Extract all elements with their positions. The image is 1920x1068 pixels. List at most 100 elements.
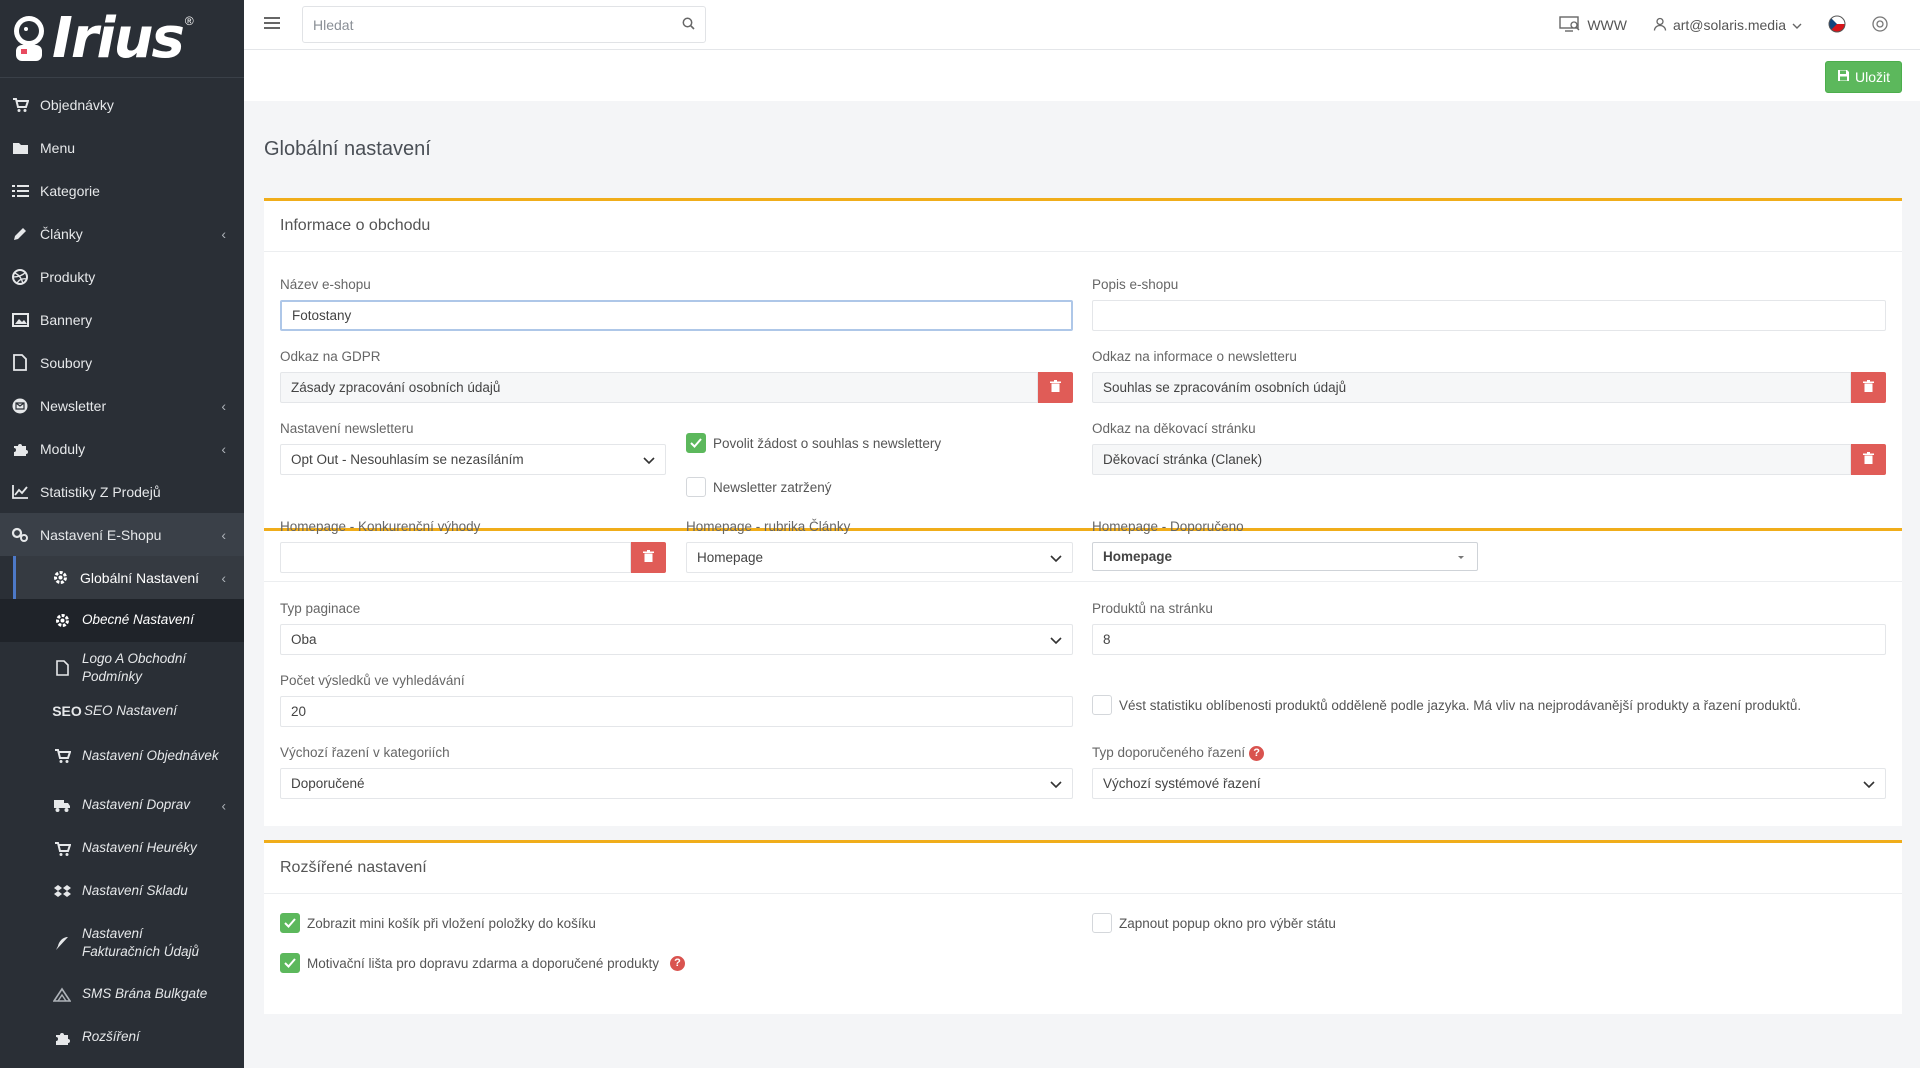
sidebar-item-sms-gateway[interactable]: SMS Brána Bulkgate — [0, 973, 244, 1016]
newsletter-settings-select[interactable]: Opt Out - Nesouhlasím se nezasíláním — [280, 444, 666, 475]
field-label: Odkaz na děkovací stránku — [1092, 421, 1256, 436]
field-label: Homepage - Doporučeno — [1092, 519, 1244, 534]
sidebar-item-seo-settings[interactable]: SEO SEO Nastavení — [0, 694, 244, 728]
sidebar-item-global-settings[interactable]: Globální Nastavení ‹ — [13, 556, 244, 599]
chevron-left-icon: ‹ — [221, 397, 226, 414]
sidebar-item-extensions[interactable]: Rozšíření — [0, 1016, 244, 1059]
delete-hp-advantages-button[interactable] — [631, 542, 666, 573]
signal-icon — [52, 985, 72, 1005]
pagination-type-select[interactable]: Oba — [280, 624, 1073, 655]
chevron-down-icon — [1049, 551, 1063, 565]
shop-description-input[interactable] — [1092, 300, 1886, 331]
sidebar-item-order-settings[interactable]: Nastavení Objednávek — [0, 728, 244, 784]
sidebar-item-general-settings[interactable]: Obecné Nastavení — [0, 599, 244, 642]
sidebar-item-statistics[interactable]: Statistiky Z Prodejů — [0, 470, 244, 513]
sidebar-item-shipping-settings[interactable]: Nastavení Doprav ‹ — [0, 784, 244, 827]
search-icon[interactable] — [682, 17, 695, 33]
sidebar-item-logo-terms[interactable]: Logo A Obchodní Podmínky — [0, 642, 244, 694]
field-hp-recommended: Homepage - Doporučeno Homepage — [1092, 518, 1478, 571]
select-value: Homepage — [1092, 542, 1478, 571]
panel-body: Typ paginace Oba Produktů na stránku Poč… — [264, 582, 1902, 826]
field-label: Odkaz na informace o newsletteru — [1092, 349, 1297, 364]
newsletter-info-link-input[interactable] — [1092, 372, 1851, 403]
checkbox-mini-cart[interactable]: Zobrazit mini košík při vložení položky … — [280, 912, 1070, 934]
logo[interactable]: Irius ® — [0, 0, 244, 78]
field-label: Odkaz na GDPR — [280, 349, 381, 364]
chevron-down-icon — [1792, 17, 1802, 33]
search-input[interactable] — [313, 16, 682, 33]
sidebar-item-label: Nastavení Heuréky — [82, 840, 197, 856]
field-label: Homepage - rubrika Články — [686, 519, 851, 534]
astronaut-icon — [6, 11, 52, 67]
field-label: Homepage - Konkurenční výhody — [280, 519, 481, 534]
sidebar-item-files[interactable]: Soubory — [0, 341, 244, 384]
sidebar-item-articles[interactable]: Články ‹ — [0, 212, 244, 255]
sidebar-item-label: SMS Brána Bulkgate — [82, 986, 208, 1002]
field-hp-advantages: Homepage - Konkurenční výhody — [280, 518, 666, 573]
sidebar-item-orders[interactable]: Objednávky — [0, 83, 244, 126]
search-results-count-input[interactable] — [280, 696, 1073, 727]
sidebar-item-menu[interactable]: Menu — [0, 126, 244, 169]
language-flag-cz[interactable] — [1828, 15, 1846, 36]
hp-advantages-input[interactable] — [280, 542, 631, 573]
select-value: Oba — [280, 624, 1073, 655]
field-default-sort: Výchozí řazení v kategoriích Doporučené — [280, 744, 1073, 799]
checkbox-checked[interactable] — [280, 913, 300, 933]
sidebar-item-modules[interactable]: Moduly ‹ — [0, 427, 244, 470]
select-value: Doporučené — [280, 768, 1073, 799]
checkbox-checked[interactable] — [686, 433, 706, 453]
sidebar-item-newsletter[interactable]: Newsletter ‹ — [0, 384, 244, 427]
checkbox-motivation-bar[interactable]: Motivační lišta pro dopravu zdarma a dop… — [280, 952, 1070, 974]
sidebar-item-products[interactable]: Produkty — [0, 255, 244, 298]
help-icon[interactable]: ? — [669, 955, 685, 971]
field-hp-articles: Homepage - rubrika Články Homepage — [686, 518, 1073, 573]
select-value: Homepage — [686, 542, 1073, 573]
hp-articles-select[interactable]: Homepage — [686, 542, 1073, 573]
sidebar-item-label: Soubory — [40, 354, 93, 371]
sidebar-item-billing-settings[interactable]: Nastavení Fakturačních Údajů — [0, 913, 244, 973]
delete-gdpr-link-button[interactable] — [1038, 372, 1073, 403]
checkbox-country-popup[interactable]: Zapnout popup okno pro výběr státu — [1092, 912, 1882, 934]
power-button[interactable] — [1872, 15, 1888, 35]
trash-icon — [1863, 452, 1874, 467]
checkbox-unchecked[interactable] — [1092, 695, 1112, 715]
sidebar-item-banners[interactable]: Bannery — [0, 298, 244, 341]
sidebar-item-label: Moduly — [40, 440, 86, 457]
delete-newsletter-info-button[interactable] — [1851, 372, 1886, 403]
checkbox-unchecked[interactable] — [1092, 913, 1112, 933]
products-per-page-input[interactable] — [1092, 624, 1886, 655]
field-label: Počet výsledků ve vyhledávání — [280, 673, 465, 688]
folder-icon — [10, 138, 30, 158]
recommended-sort-select[interactable]: Výchozí systémové řazení — [1092, 768, 1886, 799]
checkbox-label: Vést statistiku oblíbenosti produktů odd… — [1119, 697, 1802, 713]
field-pagination-type: Typ paginace Oba — [280, 600, 1073, 655]
hp-recommended-select[interactable]: Homepage — [1092, 542, 1478, 571]
user-menu[interactable]: art@solaris.media — [1653, 17, 1802, 34]
field-label: Výchozí řazení v kategoriích — [280, 745, 450, 760]
checkbox-language-stats[interactable]: Vést statistiku oblíbenosti produktů odd… — [1092, 694, 1892, 716]
checkbox-newsletter-checked[interactable]: Newsletter zatržený — [686, 476, 1066, 498]
sidebar-item-heureka-settings[interactable]: Nastavení Heuréky — [0, 827, 244, 870]
checkbox-allow-consent[interactable]: Povolit žádost o souhlas s newslettery — [686, 432, 1066, 454]
gdpr-link-input[interactable] — [280, 372, 1038, 403]
help-icon[interactable]: ? — [1249, 745, 1265, 761]
default-sort-select[interactable]: Doporučené — [280, 768, 1073, 799]
field-shop-name: Název e-shopu — [280, 276, 1073, 331]
thanks-page-link-input[interactable] — [1092, 444, 1851, 475]
delete-thanks-page-button[interactable] — [1851, 444, 1886, 475]
sidebar-item-eshop-settings[interactable]: Nastavení E-Shopu ‹ — [0, 513, 244, 556]
list-icon — [10, 181, 30, 201]
hamburger-icon[interactable] — [264, 17, 280, 31]
checkbox-checked[interactable] — [280, 953, 300, 973]
gear-icon — [52, 611, 72, 631]
search-box[interactable] — [302, 6, 706, 43]
sidebar-item-categories[interactable]: Kategorie — [0, 169, 244, 212]
shop-name-input[interactable] — [280, 300, 1073, 331]
sidebar-item-label: Nastavení Objednávek — [82, 747, 219, 763]
www-link[interactable]: WWW — [1559, 15, 1627, 35]
checkbox-unchecked[interactable] — [686, 477, 706, 497]
chevron-down-icon — [642, 453, 656, 467]
save-button[interactable]: Uložit — [1824, 61, 1902, 93]
sidebar-item-stock-settings[interactable]: Nastavení Skladu — [0, 870, 244, 913]
panel-shop-info: Informace o obchodu Název e-shopu Popis … — [264, 198, 1902, 573]
